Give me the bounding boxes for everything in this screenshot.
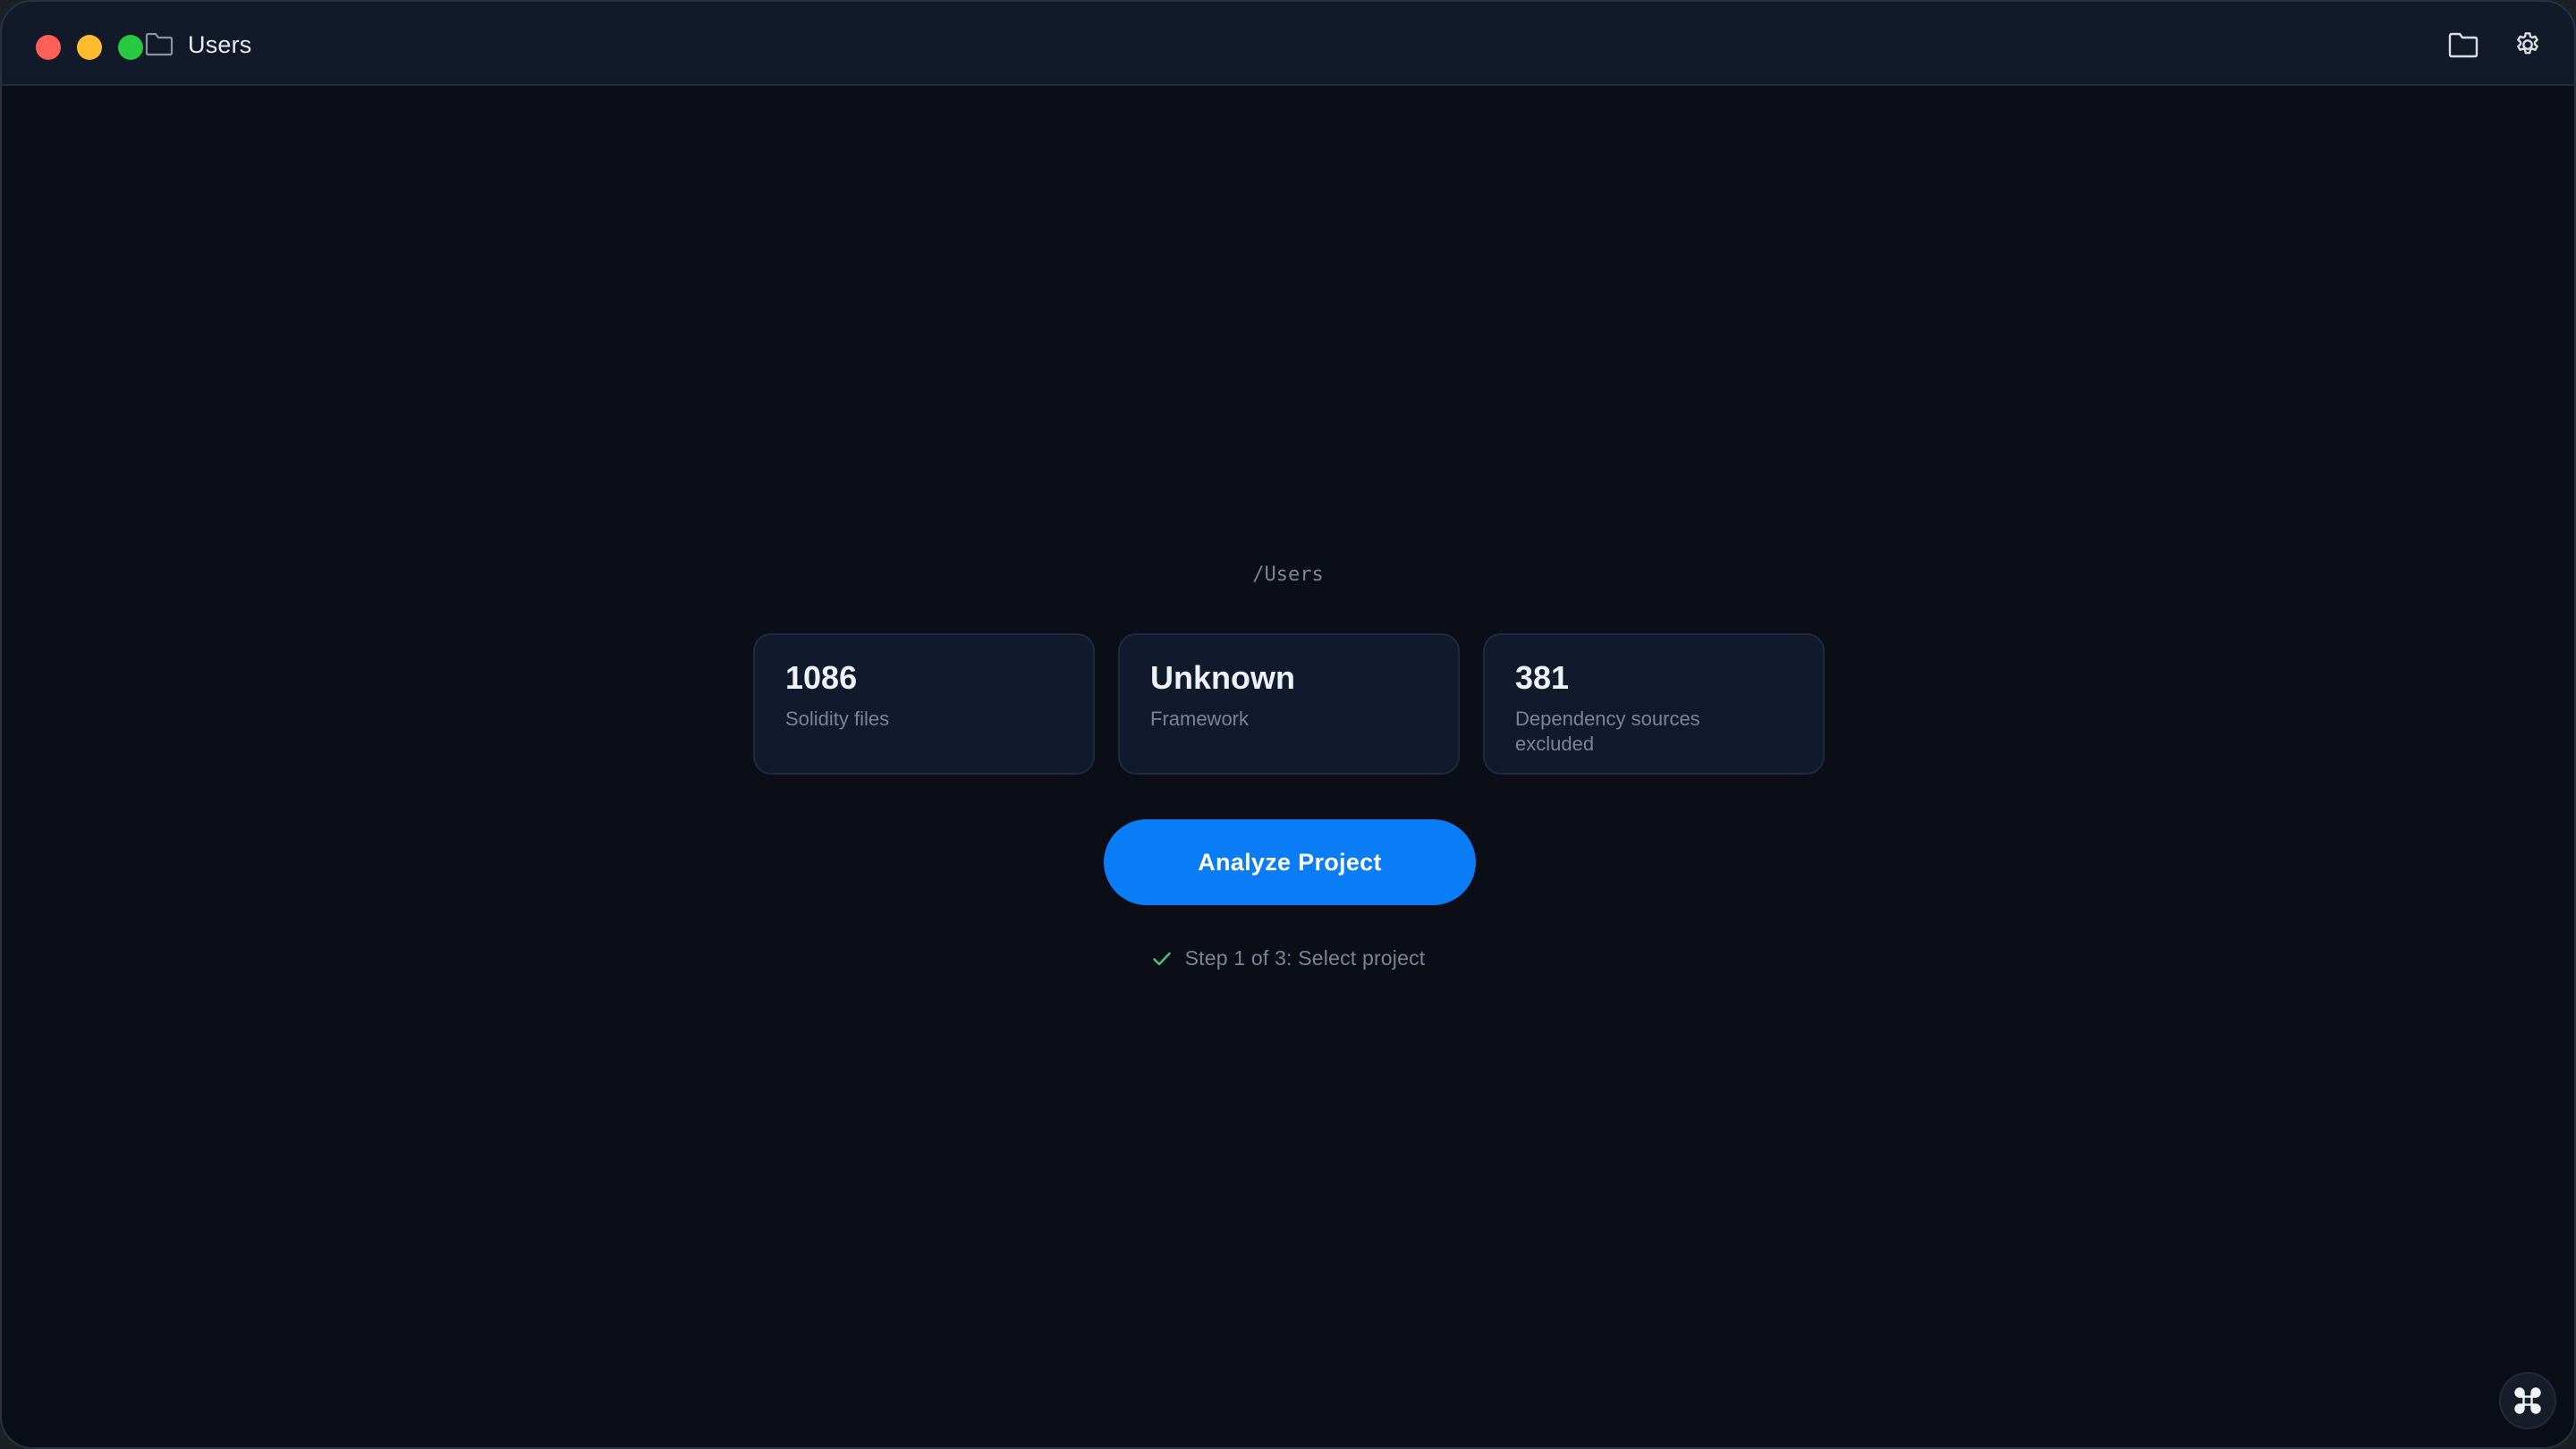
project-path: /Users <box>1252 564 1324 586</box>
analyze-project-button[interactable]: Analyze Project <box>1104 819 1476 905</box>
command-button[interactable] <box>2499 1372 2556 1429</box>
window-close-button[interactable] <box>36 35 61 60</box>
folder-icon <box>145 32 174 56</box>
window-maximize-button[interactable] <box>118 35 143 60</box>
stat-card-solidity-files: 1086 Solidity files <box>753 633 1095 775</box>
step-indicator: Step 1 of 3: Select project <box>2 946 2574 970</box>
open-folder-button[interactable] <box>2445 27 2481 63</box>
window-minimize-button[interactable] <box>77 35 102 60</box>
title-bar: Users <box>2 2 2574 86</box>
command-icon <box>2514 1387 2541 1414</box>
window-title: Users <box>188 31 252 58</box>
stat-value: 1086 <box>785 659 858 696</box>
stat-card-framework: Unknown Framework <box>1118 633 1460 775</box>
stat-value: Unknown <box>1150 659 1295 696</box>
step-text: Step 1 of 3: Select project <box>1184 946 1426 970</box>
stat-label: Dependency sources excluded <box>1515 708 1700 755</box>
stat-value: 381 <box>1515 659 1570 696</box>
stat-label: Framework <box>1150 708 1250 730</box>
app-window: Users /Users 1086 Solidity files Unknown… <box>0 0 2576 1449</box>
settings-button[interactable] <box>2510 27 2546 63</box>
check-icon <box>1152 952 1171 965</box>
stat-card-dependency-sources: 381 Dependency sources excluded <box>1483 633 1825 775</box>
stat-label: Solidity files <box>785 708 890 730</box>
folder-icon <box>2448 32 2479 58</box>
gear-icon <box>2517 32 2538 55</box>
